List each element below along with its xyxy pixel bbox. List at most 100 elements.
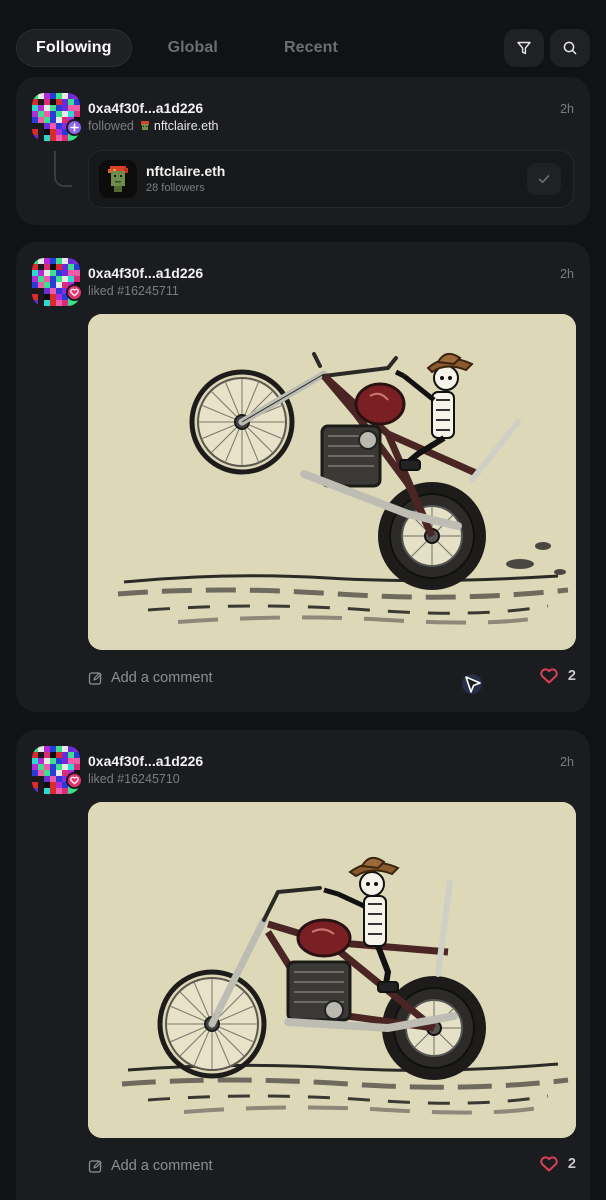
avatar-pixel	[50, 294, 56, 300]
avatar-pixel	[32, 270, 38, 276]
avatar-pixel	[56, 294, 62, 300]
add-comment-button[interactable]: Add a comment	[88, 1158, 213, 1174]
followed-user-card[interactable]: nftclaire.eth 28 followers	[88, 150, 574, 208]
avatar-pixel	[38, 129, 44, 135]
avatar-pixel	[44, 282, 50, 288]
user-name[interactable]: 0xa4f30f...a1d226	[88, 100, 203, 116]
avatar-pixel	[62, 258, 68, 264]
avatar-pixel	[38, 294, 44, 300]
like-count: 2	[567, 668, 576, 684]
avatar-pixel	[62, 746, 68, 752]
avatar-pixel	[50, 105, 56, 111]
avatar-pixel	[50, 276, 56, 282]
avatar-pixel	[74, 758, 80, 764]
avatar-pixel	[68, 264, 74, 270]
like-button[interactable]: 2	[540, 668, 576, 684]
avatar-pixel	[56, 746, 62, 752]
followed-user-name[interactable]: nftclaire.eth	[146, 163, 225, 179]
avatar-pixel	[56, 788, 62, 794]
avatar-pixel	[74, 746, 80, 752]
following-status-button[interactable]	[527, 163, 561, 195]
avatar-pixel	[56, 123, 62, 129]
avatar-pixel	[32, 758, 38, 764]
avatar-pixel	[68, 270, 74, 276]
target-mini-avatar	[140, 121, 149, 130]
avatar-pixel	[38, 300, 44, 306]
activity-description: liked #16245711	[88, 284, 179, 298]
avatar-pixel	[56, 764, 62, 770]
avatar-pixel	[56, 111, 62, 117]
avatar-pixel	[38, 270, 44, 276]
avatar-pixel	[74, 258, 80, 264]
avatar-pixel	[50, 270, 56, 276]
avatar-pixel	[56, 270, 62, 276]
avatar-pixel	[50, 129, 56, 135]
thread-connector	[54, 151, 72, 187]
avatar-pixel	[38, 282, 44, 288]
tab-following[interactable]: Following	[16, 29, 132, 67]
avatar-pixel	[44, 264, 50, 270]
nft-image[interactable]	[88, 802, 576, 1138]
avatar-pixel	[68, 258, 74, 264]
skeleton-biker-wheelie-artwork	[88, 314, 576, 650]
add-comment-button[interactable]: Add a comment	[88, 670, 213, 686]
avatar-pixel	[68, 105, 74, 111]
avatar-pixel	[32, 135, 38, 141]
comment-placeholder: Add a comment	[111, 1158, 213, 1174]
avatar-pixel	[38, 288, 44, 294]
activity-description: liked #16245710	[88, 772, 180, 786]
tab-recent[interactable]: Recent	[264, 29, 358, 67]
heart-icon	[70, 776, 79, 785]
post-time: 2h	[560, 267, 574, 281]
avatar-pixel	[44, 258, 50, 264]
avatar-pixel	[44, 117, 50, 123]
avatar-pixel	[50, 776, 56, 782]
avatar-pixel	[62, 99, 68, 105]
user-name[interactable]: 0xa4f30f...a1d226	[88, 265, 203, 281]
avatar-pixel	[62, 111, 68, 117]
avatar-pixel	[38, 788, 44, 794]
edit-comment-icon	[88, 1159, 102, 1173]
avatar-pixel	[62, 270, 68, 276]
tab-global[interactable]: Global	[148, 29, 238, 67]
avatar-pixel	[50, 282, 56, 288]
like-badge	[66, 284, 83, 301]
user-name[interactable]: 0xa4f30f...a1d226	[88, 753, 203, 769]
avatar-pixel	[50, 123, 56, 129]
avatar-pixel	[50, 782, 56, 788]
avatar-pixel	[74, 105, 80, 111]
post-time: 2h	[560, 755, 574, 769]
filter-button[interactable]	[504, 29, 544, 67]
action-text: liked #16245711	[88, 284, 179, 298]
avatar-pixel	[32, 752, 38, 758]
avatar-pixel	[38, 758, 44, 764]
avatar-pixel	[38, 264, 44, 270]
avatar-pixel	[56, 276, 62, 282]
avatar-pixel	[44, 270, 50, 276]
avatar-pixel	[62, 300, 68, 306]
avatar-pixel	[44, 746, 50, 752]
nft-image[interactable]	[88, 314, 576, 650]
avatar-pixel	[56, 282, 62, 288]
avatar-pixel	[44, 135, 50, 141]
avatar-pixel	[68, 111, 74, 117]
target-user-link[interactable]: nftclaire.eth	[154, 119, 219, 133]
avatar-pixel	[68, 276, 74, 282]
avatar-pixel	[74, 264, 80, 270]
avatar-pixel	[74, 99, 80, 105]
avatar-pixel	[50, 93, 56, 99]
avatar-pixel	[56, 135, 62, 141]
search-button[interactable]	[550, 29, 590, 67]
like-badge	[66, 772, 83, 789]
avatar-pixel	[32, 105, 38, 111]
avatar-pixel	[44, 752, 50, 758]
avatar-pixel	[38, 105, 44, 111]
avatar-pixel	[32, 288, 38, 294]
punk-avatar-image	[99, 160, 137, 198]
avatar-pixel	[68, 93, 74, 99]
avatar-pixel	[68, 764, 74, 770]
filter-icon	[517, 41, 531, 55]
comment-placeholder: Add a comment	[111, 670, 213, 686]
like-button[interactable]: 2	[540, 1156, 576, 1172]
post-time: 2h	[560, 102, 574, 116]
